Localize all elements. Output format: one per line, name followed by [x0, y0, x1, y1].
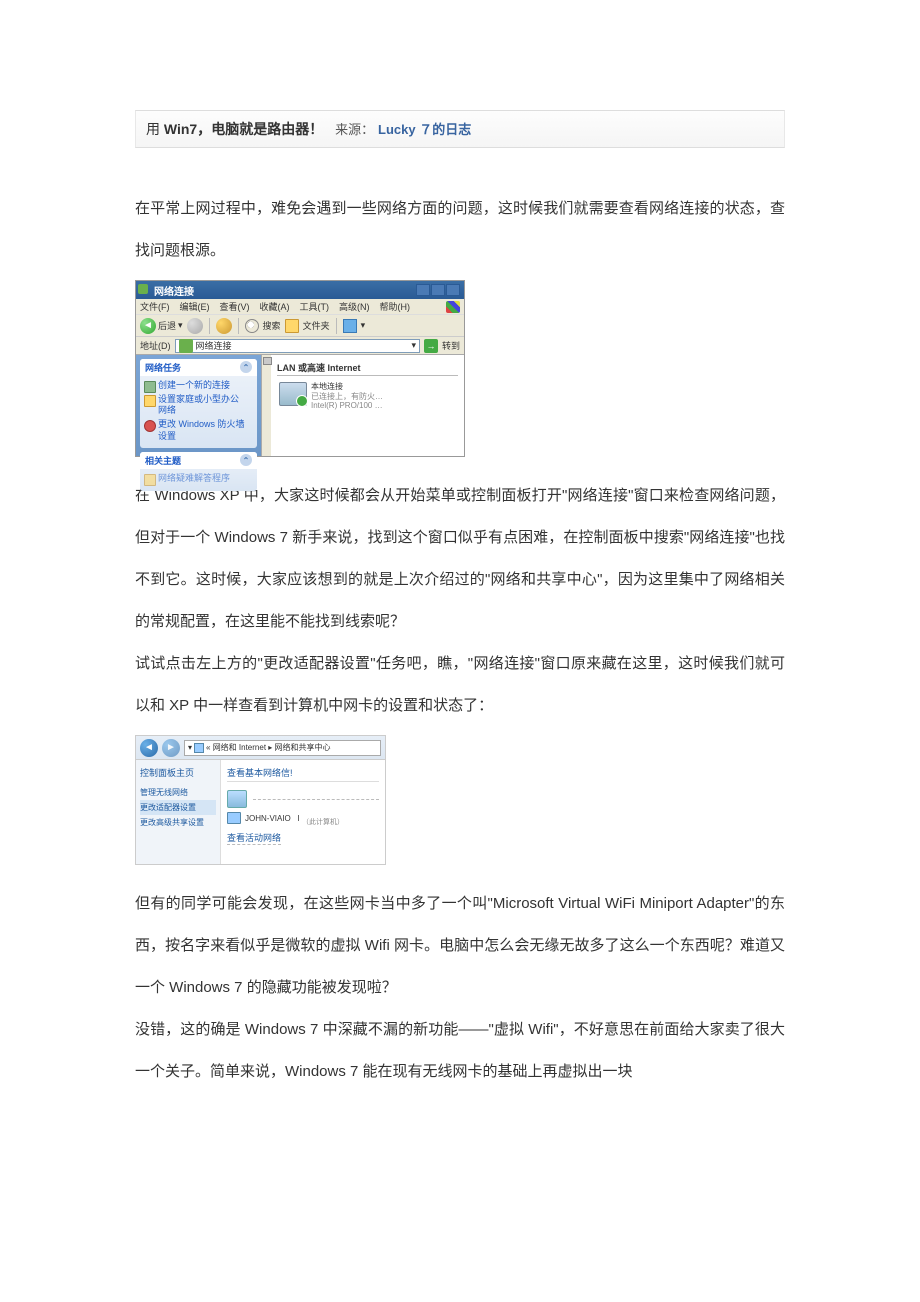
w7-header: ◄ ► ▾ « 网络和 Internet ▸ 网络和共享中心 — [136, 736, 385, 760]
menu-view[interactable]: 查看(V) — [220, 300, 250, 313]
group-lan: LAN 或高速 Internet — [277, 361, 458, 376]
breadcrumb[interactable]: ▾ « 网络和 Internet ▸ 网络和共享中心 — [184, 740, 381, 756]
network-tasks-panel: 网络任务 ⌃ 创建一个新的连接 设置家庭或小型办公网络 更改 Windows 防火… — [140, 359, 257, 448]
minimize-button[interactable] — [416, 284, 430, 296]
folders-label[interactable]: 文件夹 — [303, 319, 330, 332]
computer-sublabel: （此计算机） — [302, 817, 344, 827]
address-field[interactable]: 网络连接▾ — [175, 339, 420, 353]
xp-addressbar: 地址(D) 网络连接▾ → 转到 — [136, 337, 464, 355]
network-tasks-header: 网络任务 — [145, 361, 181, 374]
link-change-adapter[interactable]: 更改适配器设置 — [140, 800, 216, 815]
w7-sidebar: 控制面板主页 管理无线网络 更改适配器设置 更改高级共享设置 — [136, 760, 221, 864]
screenshot-win7-network-center: ◄ ► ▾ « 网络和 Internet ▸ 网络和共享中心 控制面板主页 管理… — [135, 735, 386, 865]
title-prefix: 用 — [146, 121, 164, 137]
collapse-icon[interactable]: ⌃ — [240, 454, 252, 466]
menu-tools[interactable]: 工具(T) — [300, 300, 330, 313]
link-manage-wireless[interactable]: 管理无线网络 — [140, 785, 216, 800]
main-heading: 查看基本网络信! — [227, 766, 379, 782]
close-button[interactable] — [446, 284, 460, 296]
address-label: 地址(D) — [140, 339, 171, 352]
connection-status: 已连接上，有防火… — [311, 392, 383, 402]
view-active-networks[interactable]: 查看活动网络 — [227, 831, 281, 845]
maximize-button[interactable] — [431, 284, 445, 296]
menu-help[interactable]: 帮助(H) — [380, 300, 411, 313]
xp-main-area: LAN 或高速 Internet 本地连接 已连接上，有防火… Intel(R)… — [271, 355, 464, 456]
w7-main-area: 查看基本网络信! JOHN-VIAIO I （此计算机） 查看活动网络 — [221, 760, 385, 864]
connection-device: Intel(R) PRO/100 … — [311, 401, 383, 411]
scrollbar[interactable] — [261, 355, 271, 456]
paragraph-2: 在 Windows XP 中，大家这时候都会从开始菜单或控制面板打开"网络连接"… — [135, 475, 785, 643]
paragraph-3: 试试点击左上方的"更改适配器设置"任务吧，瞧，"网络连接"窗口原来藏在这里，这时… — [135, 643, 785, 727]
screenshot-xp-network-connections: 网络连接 文件(F) 编辑(E) 查看(V) 收藏(A) 工具(T) 高级(N)… — [135, 280, 465, 457]
computer-map-icon — [227, 790, 247, 808]
folders-icon[interactable] — [285, 319, 299, 333]
menu-file[interactable]: 文件(F) — [140, 300, 170, 313]
title-bold1: Win7 — [164, 121, 197, 137]
paragraph-5: 没错，这的确是 Windows 7 中深藏不漏的新功能——"虚拟 Wifi"，不… — [135, 1009, 785, 1093]
views-icon[interactable] — [343, 319, 357, 333]
menu-adv[interactable]: 高级(N) — [339, 300, 370, 313]
control-panel-icon — [194, 743, 204, 753]
computer-icon — [227, 812, 241, 824]
forward-button[interactable]: ► — [162, 739, 180, 757]
forward-button[interactable] — [187, 318, 203, 334]
source-link[interactable]: Lucky ７的日志 — [378, 122, 471, 137]
up-button[interactable] — [216, 318, 232, 334]
task-create-connection[interactable]: 创建一个新的连接 — [140, 379, 257, 393]
related-topics-panel: 相关主题 ⌃ 网络疑难解答程序 — [140, 452, 257, 491]
connection-icon — [279, 382, 307, 406]
search-icon[interactable] — [245, 319, 259, 333]
link-advanced-sharing[interactable]: 更改高级共享设置 — [140, 815, 216, 830]
go-button[interactable]: → — [424, 339, 438, 353]
go-label[interactable]: 转到 — [442, 339, 460, 352]
xp-window-controls[interactable] — [416, 284, 460, 296]
related-troubleshoot[interactable]: 网络疑难解答程序 — [140, 472, 257, 486]
back-button[interactable]: ◄ — [140, 739, 158, 757]
paragraph-4: 但有的同学可能会发现，在这些网卡当中多了一个叫"Microsoft Virtua… — [135, 883, 785, 1009]
collapse-icon[interactable]: ⌃ — [240, 361, 252, 373]
xp-toolbar: ◄后退 ▾ 搜索 文件夹 ▾ — [136, 315, 464, 337]
connection-name: 本地连接 — [311, 382, 383, 392]
back-button[interactable]: ◄后退 ▾ — [140, 318, 183, 334]
connection-local[interactable]: 本地连接 已连接上，有防火… Intel(R) PRO/100 … — [277, 380, 458, 413]
search-label[interactable]: 搜索 — [263, 319, 281, 332]
task-firewall[interactable]: 更改 Windows 防火墙设置 — [140, 418, 257, 443]
menu-edit[interactable]: 编辑(E) — [180, 300, 210, 313]
task-setup-network[interactable]: 设置家庭或小型办公网络 — [140, 393, 257, 418]
menu-fav[interactable]: 收藏(A) — [260, 300, 290, 313]
title-middle: ，电脑就是路由器！ — [197, 121, 323, 137]
windows-flag-icon — [446, 301, 460, 313]
control-panel-home[interactable]: 控制面板主页 — [140, 766, 216, 779]
computer-name: JOHN-VIAIO I — [227, 812, 299, 824]
source-label: 来源： — [335, 122, 374, 137]
network-icon — [179, 339, 193, 353]
title-bar: 用 Win7，电脑就是路由器！ 来源： Lucky ７的日志 — [135, 110, 785, 148]
xp-sidebar: 网络任务 ⌃ 创建一个新的连接 设置家庭或小型办公网络 更改 Windows 防火… — [136, 355, 271, 456]
paragraph-1: 在平常上网过程中，难免会遇到一些网络方面的问题，这时候我们就需要查看网络连接的状… — [135, 188, 785, 272]
xp-titlebar: 网络连接 — [136, 281, 464, 299]
xp-window-title: 网络连接 — [140, 283, 416, 298]
xp-menubar: 文件(F) 编辑(E) 查看(V) 收藏(A) 工具(T) 高级(N) 帮助(H… — [136, 299, 464, 315]
related-topics-header: 相关主题 — [145, 454, 181, 467]
